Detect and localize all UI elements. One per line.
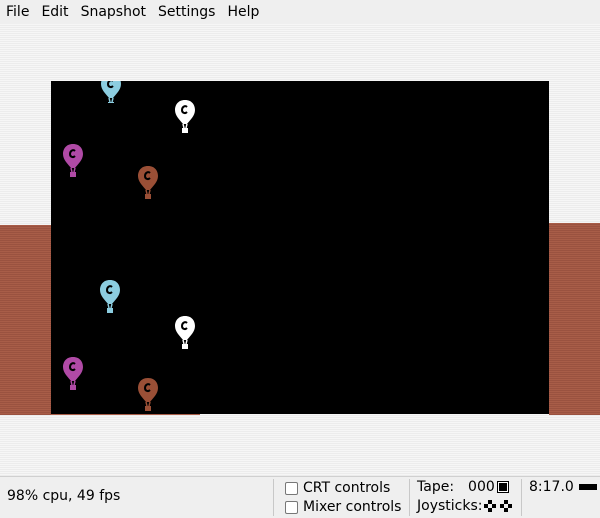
menu-settings[interactable]: Settings [152, 0, 221, 24]
joysticks-label: Joysticks: [417, 498, 483, 514]
joystick-1-icon[interactable] [483, 499, 497, 513]
balloon-icon [63, 357, 83, 390]
crt-controls-label: CRT controls [303, 480, 391, 496]
balloon-icon [138, 166, 158, 199]
tape-status: Tape: 000 [417, 479, 509, 495]
mixer-controls-toggle[interactable]: Mixer controls [285, 499, 401, 515]
screen-border-right [549, 223, 600, 415]
status-bar: 98% cpu, 49 fps CRT controls Mixer contr… [0, 476, 600, 518]
emulator-screen[interactable] [0, 24, 600, 476]
menu-file[interactable]: File [0, 0, 35, 24]
menu-bar: File Edit Snapshot Settings Help [0, 0, 600, 24]
drive-activity-bar [578, 484, 597, 490]
mixer-controls-label: Mixer controls [303, 499, 402, 515]
status-divider [409, 479, 410, 516]
menu-snapshot[interactable]: Snapshot [75, 0, 152, 24]
tape-label: Tape: [417, 479, 455, 495]
status-divider [273, 479, 274, 516]
joystick-status: Joysticks: [417, 498, 513, 514]
balloon-icon [138, 378, 158, 411]
mixer-controls-checkbox[interactable] [285, 500, 298, 514]
balloon-icon [175, 316, 195, 349]
balloon-icon [63, 144, 83, 177]
playfield [51, 81, 549, 414]
clock-status: 8:17.0 [529, 479, 597, 495]
balloon-icon [100, 280, 120, 313]
menu-edit[interactable]: Edit [35, 0, 74, 24]
joystick-2-icon[interactable] [499, 499, 513, 513]
balloon-icon [101, 81, 121, 103]
status-divider [521, 479, 522, 516]
menu-help[interactable]: Help [221, 0, 265, 24]
tape-stop-icon[interactable] [496, 481, 509, 493]
screen-border-left [0, 225, 51, 415]
tape-counter: 000 [468, 479, 495, 495]
crt-controls-checkbox[interactable] [285, 481, 298, 495]
cpu-fps-readout: 98% cpu, 49 fps [7, 488, 121, 504]
crt-controls-toggle[interactable]: CRT controls [285, 480, 390, 496]
clock-readout: 8:17.0 [529, 479, 574, 495]
balloon-icon [175, 100, 195, 133]
